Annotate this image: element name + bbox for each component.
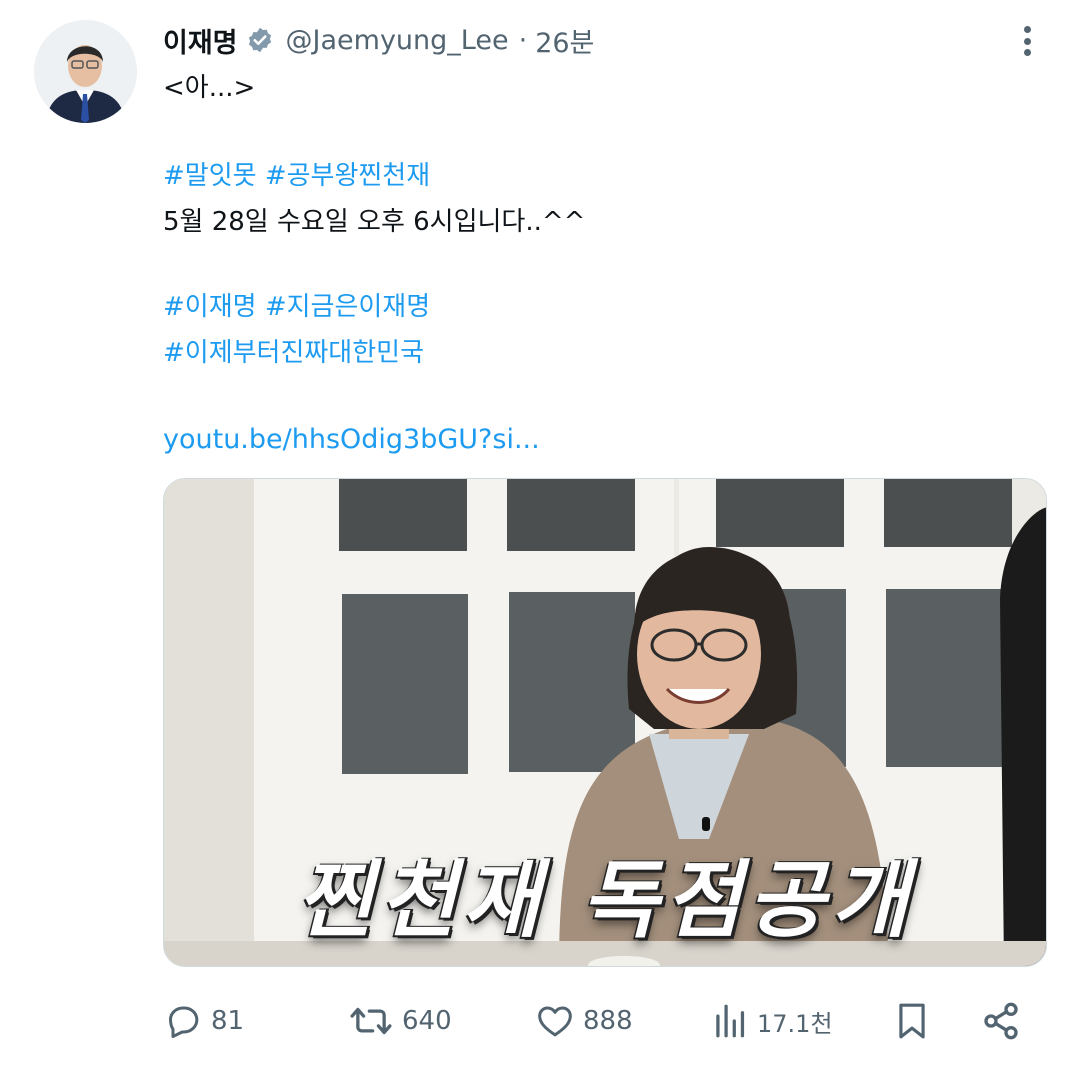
hashtag-link[interactable]: #이제부터진짜대한민국 xyxy=(163,338,424,368)
hashtag-line: #이재명 #지금은이재명 xyxy=(163,291,430,323)
reply-button[interactable]: 81 xyxy=(163,996,244,1046)
link-line: youtu.be/hhsOdig3bGU?si... xyxy=(163,424,540,456)
hashtag-link[interactable]: #말잇못 xyxy=(163,161,257,191)
repost-button[interactable]: 640 xyxy=(348,996,452,1046)
author-name[interactable]: 이재명 xyxy=(163,21,238,60)
youtube-link[interactable]: youtu.be/hhsOdig3bGU?si... xyxy=(163,424,540,455)
repost-count: 640 xyxy=(402,1006,452,1036)
like-count: 888 xyxy=(583,1006,633,1036)
hashtag-link[interactable]: #이재명 xyxy=(163,292,257,322)
reply-count: 81 xyxy=(211,1006,245,1036)
reply-icon xyxy=(169,1006,199,1038)
avatar-image xyxy=(34,20,137,123)
repost-icon xyxy=(350,1007,392,1035)
views-count: 17.1천 xyxy=(757,1009,833,1038)
views-chart-icon xyxy=(716,1004,745,1038)
action-bar: 81 640 888 17.1천 xyxy=(163,996,1033,1046)
post-timestamp[interactable]: 26분 xyxy=(535,21,594,60)
views-button[interactable]: 17.1천 xyxy=(713,996,833,1046)
post-text-line: 5월 28일 수요일 오후 6시입니다..^^ xyxy=(163,207,586,237)
hashtag-link[interactable]: #지금은이재명 xyxy=(265,292,430,322)
more-options-icon[interactable] xyxy=(1012,22,1042,60)
post-header: 이재명 @Jaemyung_Lee · 26분 xyxy=(163,18,594,62)
hashtag-line: #이제부터진짜대한민국 xyxy=(163,337,424,369)
thumbnail-caption: 찐천재 독점공개 xyxy=(295,851,915,949)
verified-badge-icon[interactable] xyxy=(246,26,274,54)
share-icon xyxy=(984,1002,1018,1040)
like-button[interactable]: 888 xyxy=(535,996,633,1046)
share-button[interactable] xyxy=(981,996,1021,1046)
author-handle[interactable]: @Jaemyung_Lee xyxy=(286,25,509,56)
heart-icon xyxy=(538,1006,572,1037)
post-text-line: <아...> xyxy=(163,73,256,103)
avatar[interactable] xyxy=(34,20,137,123)
video-thumbnail[interactable]: 찐천재 독점공개 xyxy=(163,478,1047,967)
bookmark-icon xyxy=(899,1003,925,1039)
hashtag-link[interactable]: #공부왕찐천재 xyxy=(265,161,430,191)
header-separator: · xyxy=(518,24,528,56)
bookmark-button[interactable] xyxy=(893,996,931,1046)
hashtag-line: #말잇못 #공부왕찐천재 xyxy=(163,160,430,192)
